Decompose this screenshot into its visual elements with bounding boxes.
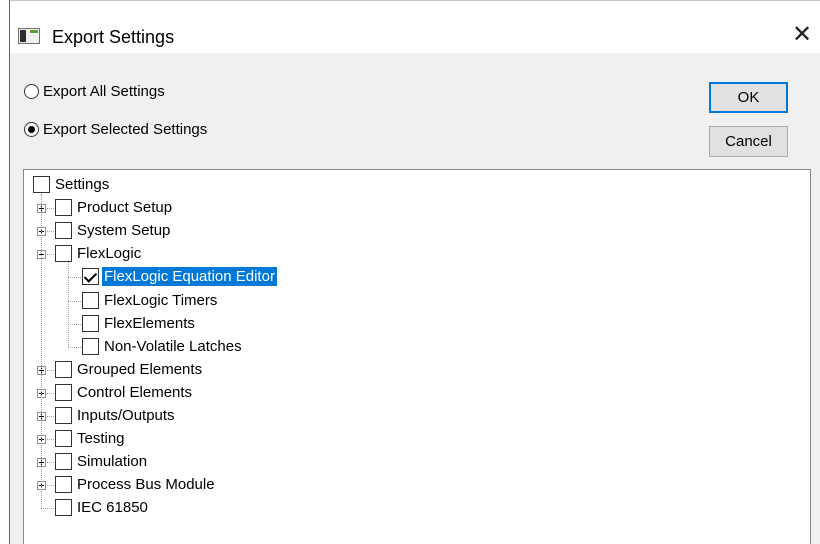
checkbox[interactable] — [55, 245, 72, 263]
tree-item-label[interactable]: Non-Volatile Latches — [102, 337, 244, 356]
checkbox[interactable] — [55, 430, 72, 448]
tree-item-label[interactable]: FlexLogic Equation Editor — [102, 267, 277, 287]
tree-item-label[interactable]: System Setup — [75, 221, 172, 240]
cancel-button[interactable]: Cancel — [709, 126, 788, 157]
checkbox[interactable] — [55, 499, 72, 517]
tree-item-root[interactable]: Settings — [33, 174, 111, 195]
tree-item[interactable]: Testing — [55, 428, 127, 449]
checkbox[interactable] — [82, 291, 99, 309]
tree-item-label[interactable]: Settings — [53, 175, 111, 194]
tree-connector — [68, 277, 81, 279]
tree-connector — [41, 194, 42, 509]
radio-selected-icon[interactable] — [24, 122, 39, 137]
checkbox[interactable] — [55, 383, 72, 401]
tree-connector — [68, 300, 81, 302]
tree-item[interactable]: Product Setup — [55, 197, 174, 218]
export-selected-radio[interactable]: Export Selected Settings — [24, 121, 207, 138]
tree-item-label[interactable]: Simulation — [75, 452, 149, 471]
tree-item[interactable]: Inputs/Outputs — [55, 405, 177, 426]
tree-item-label[interactable]: FlexElements — [102, 314, 197, 333]
tree-item-label[interactable]: Testing — [75, 429, 127, 448]
tree-item[interactable]: System Setup — [55, 220, 172, 241]
tree-connector — [68, 323, 81, 325]
tree-item-label[interactable]: Product Setup — [75, 198, 174, 217]
tree-child-item[interactable]: FlexElements — [82, 313, 197, 334]
tree-item-label[interactable]: FlexLogic Timers — [102, 291, 219, 310]
checkbox[interactable] — [55, 222, 72, 240]
tree-item-label[interactable]: Grouped Elements — [75, 360, 204, 379]
tree-item-label[interactable]: IEC 61850 — [75, 498, 150, 517]
export-selected-label[interactable]: Export Selected Settings — [43, 121, 207, 138]
checkbox[interactable] — [55, 476, 72, 494]
tree-item[interactable]: IEC 61850 — [55, 497, 150, 518]
close-icon[interactable]: ✕ — [787, 20, 817, 50]
ok-button[interactable]: OK — [709, 82, 788, 113]
checkbox[interactable] — [82, 314, 99, 332]
checkbox[interactable] — [55, 453, 72, 471]
checkbox[interactable] — [55, 360, 72, 378]
checkbox[interactable] — [55, 407, 72, 424]
checkbox-checked[interactable] — [82, 268, 99, 286]
tree-connector — [41, 508, 54, 510]
export-all-label[interactable]: Export All Settings — [43, 83, 165, 100]
tree-item-label[interactable]: Control Elements — [75, 383, 194, 402]
tree-item[interactable]: Process Bus Module — [55, 474, 217, 495]
app-window-icon — [18, 28, 40, 44]
tree-item-label[interactable]: Inputs/Outputs — [75, 406, 177, 425]
tree-item[interactable]: Grouped Elements — [55, 359, 204, 380]
tree-child-item[interactable]: FlexLogic Timers — [82, 290, 219, 311]
tree-item-label[interactable]: Process Bus Module — [75, 475, 217, 494]
checkbox[interactable] — [55, 199, 72, 217]
checkbox[interactable] — [82, 337, 99, 355]
checkbox[interactable] — [33, 176, 50, 193]
tree-connector — [68, 260, 69, 347]
tree-child-item[interactable]: Non-Volatile Latches — [82, 336, 244, 357]
tree-item[interactable]: Simulation — [55, 451, 149, 472]
export-all-radio[interactable]: Export All Settings — [24, 83, 165, 100]
tree-child-item[interactable]: FlexLogic Equation Editor — [82, 266, 277, 287]
tree-item[interactable]: Control Elements — [55, 382, 194, 403]
window-title: Export Settings — [52, 27, 175, 47]
tree-connector — [68, 346, 81, 348]
tree-item-label[interactable]: FlexLogic — [75, 244, 143, 263]
radio-icon[interactable] — [24, 84, 39, 99]
